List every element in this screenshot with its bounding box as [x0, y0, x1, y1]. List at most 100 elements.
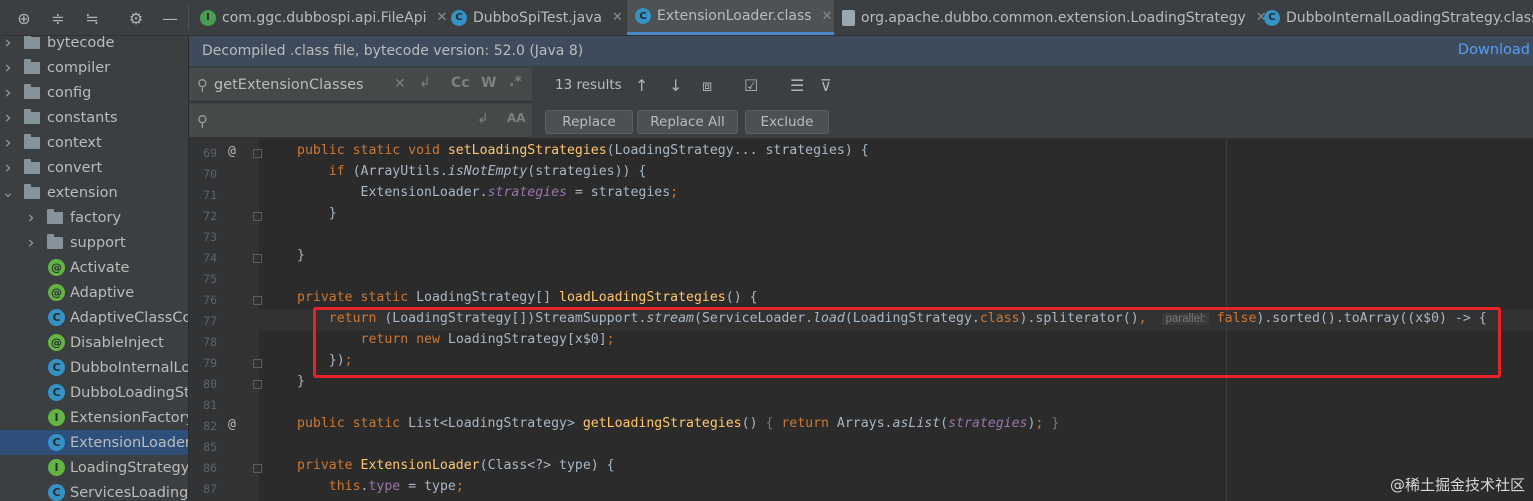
- preserve-case-toggle[interactable]: AA: [507, 111, 526, 125]
- fold-marker-icon[interactable]: [253, 464, 262, 473]
- fold-marker-icon[interactable]: [253, 254, 262, 263]
- folder-icon: [47, 208, 63, 224]
- toolbar-divider: [188, 6, 189, 30]
- tree-item-label: LoadingStrategy: [70, 459, 188, 476]
- tree-item[interactable]: C DubboLoadingStrategy: [0, 380, 188, 405]
- tree-item-label: ServicesLoadingStrategy: [70, 484, 188, 501]
- hide-icon[interactable]: —: [159, 7, 181, 29]
- line-number: 87: [203, 482, 217, 496]
- tree-item[interactable]: I ExtensionFactory: [0, 405, 188, 430]
- next-occurrence-icon[interactable]: ↓: [669, 76, 682, 95]
- chevron-right-icon[interactable]: ›: [24, 208, 38, 228]
- editor-tab[interactable]: C ExtensionLoader.class ✕: [627, 0, 834, 35]
- chevron-right-icon[interactable]: ›: [1, 108, 15, 128]
- tree-item[interactable]: C DubboInternalLoadingStrategy: [0, 355, 188, 380]
- collapse-all-icon[interactable]: ≒: [81, 7, 103, 29]
- regex-toggle[interactable]: .*: [509, 74, 522, 90]
- fold-marker-icon[interactable]: [253, 212, 262, 221]
- download-link[interactable]: Download: [1458, 42, 1530, 58]
- chevron-right-icon[interactable]: ›: [1, 36, 15, 53]
- folder-icon: [24, 133, 40, 149]
- code-line: if (ArrayUtils.isNotEmpty(strategies)) {: [328, 164, 647, 179]
- tree-item[interactable]: › support: [0, 230, 188, 255]
- close-icon[interactable]: ✕: [822, 9, 833, 24]
- tree-item-label: constants: [47, 109, 118, 126]
- tree-item[interactable]: C ExtensionLoader: [0, 430, 188, 455]
- fold-marker-icon[interactable]: [253, 296, 262, 305]
- tree-item[interactable]: ⌄ extension: [0, 180, 188, 205]
- tree-item-label: bytecode: [47, 36, 115, 51]
- tree-item-label: extension: [47, 184, 118, 201]
- tab-label: DubboSpiTest.java: [473, 9, 603, 26]
- match-case-toggle[interactable]: Cc: [451, 75, 470, 91]
- select-all-occurrences-icon[interactable]: ⧈: [702, 76, 712, 96]
- newline-icon[interactable]: ↲: [419, 75, 431, 91]
- chevron-right-icon[interactable]: ›: [1, 158, 15, 178]
- results-count: 13 results: [555, 77, 622, 93]
- override-marker-icon[interactable]: @: [228, 144, 236, 159]
- replace-button[interactable]: Replace: [545, 110, 633, 134]
- chevron-right-icon[interactable]: ›: [1, 133, 15, 153]
- line-number: 76: [203, 293, 217, 307]
- java-class-icon: C: [48, 434, 65, 451]
- expand-all-icon[interactable]: ≑: [47, 7, 69, 29]
- java-interface-icon: I: [48, 459, 65, 476]
- chevron-right-icon[interactable]: ›: [1, 58, 15, 78]
- decompiled-banner: Decompiled .class file, bytecode version…: [189, 36, 1533, 66]
- clear-icon[interactable]: ✕: [394, 76, 406, 92]
- tab-label: DubboInternalLoadingStrategy.class: [1286, 9, 1533, 26]
- search-input[interactable]: getExtensionClasses: [214, 77, 364, 93]
- editor-tab[interactable]: C DubboInternalLoadingStrategy.class: [1256, 0, 1533, 35]
- fold-marker-icon[interactable]: [253, 359, 262, 368]
- line-number: 69: [203, 146, 217, 160]
- tree-item[interactable]: › context: [0, 130, 188, 155]
- tree-item[interactable]: @ Activate: [0, 255, 188, 280]
- java-annotation-icon: @: [48, 259, 65, 276]
- java-interface-icon: I: [200, 9, 216, 26]
- fold-marker-icon[interactable]: [253, 149, 262, 158]
- tree-item[interactable]: › factory: [0, 205, 188, 230]
- filter-search-results-icon[interactable]: ☑: [744, 76, 758, 95]
- banner-text: Decompiled .class file, bytecode version…: [202, 43, 584, 59]
- tree-item-label: DubboInternalLoadingStrategy: [70, 359, 188, 376]
- tree-item[interactable]: @ Adaptive: [0, 280, 188, 305]
- locate-icon[interactable]: ⊕: [13, 7, 35, 29]
- tree-item[interactable]: C AdaptiveClassCodeGenerator: [0, 305, 188, 330]
- tree-item[interactable]: › constants: [0, 105, 188, 130]
- multiline-icon[interactable]: ☰: [790, 76, 804, 95]
- chevron-right-icon[interactable]: ›: [24, 233, 38, 253]
- chevron-down-icon[interactable]: ⌄: [1, 185, 15, 201]
- override-marker-icon[interactable]: @: [228, 417, 236, 432]
- previous-occurrence-icon[interactable]: ↑: [635, 76, 648, 95]
- tab-label: com.ggc.dubbospi.api.FileApi: [222, 9, 427, 26]
- filter-icon[interactable]: ⊽: [820, 76, 832, 95]
- line-number: 74: [203, 251, 217, 265]
- close-icon[interactable]: ✕: [612, 10, 623, 25]
- code-line: }: [297, 206, 337, 221]
- exclude-button[interactable]: Exclude: [745, 110, 829, 134]
- tree-item[interactable]: › config: [0, 80, 188, 105]
- gear-icon[interactable]: ⚙: [125, 7, 147, 29]
- editor-tab[interactable]: C DubboSpiTest.java ✕: [443, 0, 627, 35]
- folder-icon: [24, 158, 40, 174]
- tree-item[interactable]: I LoadingStrategy: [0, 455, 188, 480]
- line-number: 79: [203, 356, 217, 370]
- whole-word-toggle[interactable]: W: [481, 75, 496, 91]
- tree-item[interactable]: › compiler: [0, 55, 188, 80]
- replace-newline-icon[interactable]: ↲: [477, 111, 489, 127]
- tree-item-label: Adaptive: [70, 284, 135, 301]
- java-class-icon: C: [635, 8, 651, 24]
- tree-item[interactable]: › convert: [0, 155, 188, 180]
- tree-item-label: context: [47, 134, 102, 151]
- editor-tab[interactable]: Icom.ggc.dubbospi.api.FileApi ✕: [192, 0, 447, 35]
- tree-item[interactable]: › bytecode: [0, 36, 188, 55]
- tree-item[interactable]: C ServicesLoadingStrategy: [0, 480, 188, 501]
- top-toolbar: ⊕ ≑ ≒ ⚙ — Icom.ggc.dubbospi.api.FileApi ✕…: [0, 0, 1533, 36]
- tree-item-label: DisableInject: [70, 334, 164, 351]
- tree-item[interactable]: @ DisableInject: [0, 330, 188, 355]
- folder-icon: [24, 108, 40, 124]
- editor-tab[interactable]: org.apache.dubbo.common.extension.Loadin…: [834, 0, 1267, 35]
- chevron-right-icon[interactable]: ›: [1, 83, 15, 103]
- fold-marker-icon[interactable]: [253, 380, 262, 389]
- replace-all-button[interactable]: Replace All: [637, 110, 738, 134]
